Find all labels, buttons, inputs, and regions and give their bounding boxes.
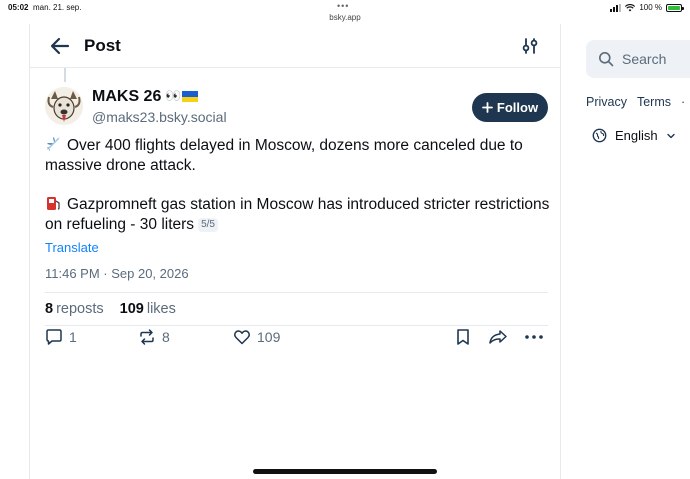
status-right: 100 %: [610, 3, 684, 12]
globe-icon: [592, 128, 607, 143]
search-icon: [599, 52, 614, 67]
status-bar: 05:02 man. 21. sep. ••• bsky.app 100 %: [0, 0, 690, 24]
likes-label: likes: [146, 301, 176, 317]
more-options-button[interactable]: [524, 328, 544, 346]
multitasking-dots-icon[interactable]: •••: [337, 1, 349, 11]
likes-count: 109: [119, 301, 144, 317]
reposts-stat[interactable]: 8 reposts: [45, 301, 104, 317]
heart-icon: [234, 330, 250, 345]
like-count: 109: [257, 329, 281, 345]
like-button[interactable]: 109: [233, 328, 280, 346]
share-arrow-icon: [489, 330, 507, 344]
chevron-down-icon: [666, 133, 675, 138]
post-body: Over 400 flights delayed in Moscow, doze…: [45, 136, 550, 254]
post-actions: 1 8 109: [30, 328, 560, 352]
airplane-emoji-icon: [47, 137, 60, 151]
divider: [45, 325, 548, 326]
status-date: man. 21. sep.: [33, 3, 82, 12]
translate-link[interactable]: Translate: [45, 240, 99, 255]
reposts-count: 8: [45, 301, 54, 317]
author-handle[interactable]: @maks23.bsky.social: [92, 109, 227, 125]
battery-percent: 100 %: [639, 3, 662, 12]
language-selector[interactable]: English: [592, 128, 676, 143]
ukraine-flag-icon: [181, 91, 198, 102]
repost-icon: [140, 329, 154, 345]
reposts-label: reposts: [56, 301, 104, 317]
status-time: 05:02: [8, 3, 29, 12]
post-paragraph-2-text: Gazpromneft gas station in Moscow has in…: [45, 196, 550, 233]
ellipsis-icon: [525, 335, 543, 339]
back-arrow-icon[interactable]: [48, 34, 72, 58]
search-placeholder: Search: [622, 51, 667, 67]
post-paragraph-1-text: Over 400 flights delayed in Moscow, doze…: [45, 137, 523, 174]
post-stats: 8 reposts 109 likes: [45, 301, 176, 317]
author-name[interactable]: MAKS 26 👀: [92, 88, 198, 106]
divider: [45, 292, 548, 293]
avatar-image: [45, 87, 83, 125]
post-paragraph-1: Over 400 flights delayed in Moscow, doze…: [45, 136, 550, 176]
follow-label: Follow: [496, 100, 539, 115]
sliders-options-icon[interactable]: [520, 36, 540, 56]
search-input[interactable]: Search: [586, 40, 690, 78]
post-column: Post MAKS 26 👀 @maks23.bsky.social Follow: [29, 24, 561, 479]
cellular-signal-icon: [610, 3, 622, 12]
thread-connector-line: [64, 68, 66, 82]
battery-icon: [666, 3, 684, 12]
bookmark-button[interactable]: [454, 328, 472, 346]
bookmark-icon: [457, 329, 469, 345]
reply-bubble-icon: [46, 329, 62, 345]
author-name-text: MAKS 26: [92, 88, 162, 105]
footer-links: Privacy Terms ·: [586, 95, 685, 109]
avatar[interactable]: [45, 87, 83, 125]
address-url[interactable]: bsky.app: [0, 13, 690, 22]
fuel-pump-emoji-icon: [47, 197, 60, 210]
post-paragraph-2: Gazpromneft gas station in Moscow has in…: [45, 195, 550, 235]
share-button[interactable]: [488, 328, 508, 346]
wifi-icon: [625, 3, 636, 11]
likes-stat[interactable]: 109 likes: [120, 301, 176, 317]
privacy-link[interactable]: Privacy: [586, 95, 627, 109]
post-header: Post: [30, 24, 560, 68]
language-label: English: [615, 128, 658, 143]
repost-button[interactable]: 8: [138, 328, 170, 346]
post-timestamp: 11:46 PM · Sep 20, 2026: [45, 266, 189, 281]
repost-count: 8: [162, 329, 170, 345]
eyes-emoji: 👀: [165, 88, 181, 103]
plus-icon: [482, 102, 493, 113]
page-title: Post: [84, 36, 121, 55]
follow-button[interactable]: Follow: [472, 93, 548, 122]
reply-button[interactable]: 1: [45, 328, 77, 346]
reply-count: 1: [69, 329, 77, 345]
thread-count-badge: 5/5: [198, 218, 218, 232]
home-indicator[interactable]: [253, 469, 437, 474]
link-separator: ·: [681, 95, 686, 109]
terms-link[interactable]: Terms: [637, 95, 671, 109]
